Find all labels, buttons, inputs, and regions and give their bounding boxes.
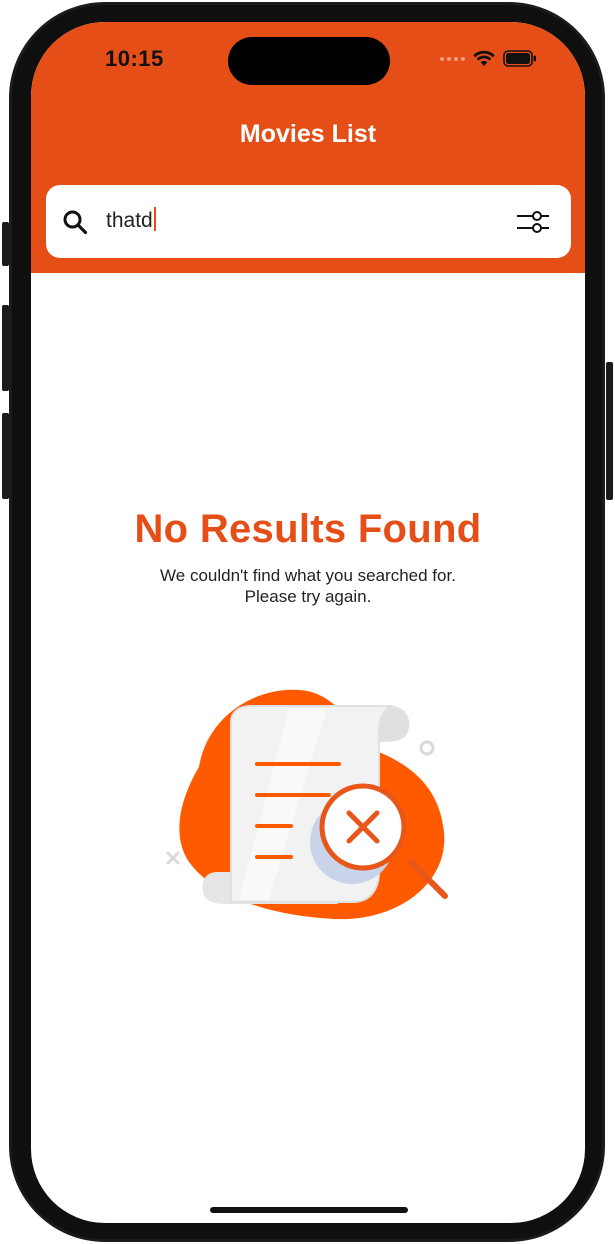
volume-up-button — [2, 305, 9, 391]
document-search-not-found-icon — [166, 689, 448, 920]
power-button — [606, 362, 613, 500]
home-indicator[interactable] — [210, 1207, 408, 1213]
empty-state-message-line-2: Please try again. — [244, 587, 372, 606]
empty-state-message-line-1: We couldn't find what you searched for. — [160, 566, 456, 585]
search-icon[interactable] — [62, 209, 88, 235]
empty-state-message: We couldn't find what you searched for. … — [31, 565, 585, 607]
search-bar[interactable]: thatd — [46, 185, 571, 258]
volume-down-button — [2, 413, 9, 499]
sliders-icon[interactable] — [516, 207, 550, 237]
status-icons — [440, 50, 537, 67]
search-input-text: thatd — [106, 209, 153, 232]
battery-icon — [503, 50, 536, 67]
app-screen: 10:15 Movies List thatd No Results Found… — [31, 22, 585, 1223]
cellular-signal-icon — [440, 56, 465, 61]
dynamic-island — [228, 37, 390, 85]
wifi-icon — [473, 50, 495, 66]
status-time: 10:15 — [105, 46, 164, 71]
empty-state-title: No Results Found — [134, 507, 482, 551]
text-cursor — [153, 207, 156, 231]
page-title: Movies List — [239, 120, 377, 148]
action-button — [2, 222, 9, 266]
app-header: 10:15 Movies List thatd — [31, 22, 585, 273]
search-input[interactable]: thatd — [106, 207, 156, 235]
